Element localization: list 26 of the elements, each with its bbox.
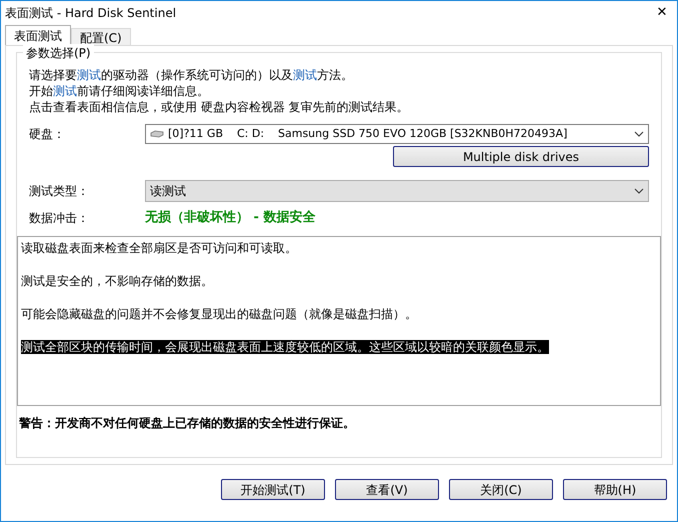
window-title: 表面测试 - Hard Disk Sentinel [5, 5, 176, 22]
data-impact-value: 无损（非破坏性） - 数据安全 [145, 208, 316, 227]
description-text: 测试全部区块的传输时间，会展现出磁盘表面上速度较低的区域。这些区域以较暗的关联颜色显示。 [21, 340, 549, 354]
disk-dropdown[interactable]: [0]?11 GB C: D: Samsung SSD 750 EVO 120GB [S32KNB0H720493A] [145, 124, 649, 144]
multiple-disk-drives-button[interactable]: Multiple disk drives [393, 146, 649, 167]
intro-text: 开始测试前请仔细阅读详细信息。 [29, 83, 210, 99]
data-impact-label: 数据冲击： [29, 210, 90, 227]
dialog-button[interactable]: 查看(V) [335, 479, 439, 500]
test-type-label: 测试类型： [29, 183, 90, 200]
description-text: 可能会隐藏磁盘的问题并不会修复显现出的磁盘问题（就像是磁盘扫描）。 [21, 306, 417, 320]
intro-text: 请选择要测试的驱动器（操作系统可访问的）以及测试方法。 [29, 67, 354, 83]
test-type-dropdown[interactable]: 读测试 [145, 180, 649, 202]
dialog-button[interactable]: 开始测试(T) [221, 479, 325, 500]
description-text: 读取磁盘表面来检查全部扇区是否可访问和可读取。 [21, 240, 297, 254]
chevron-icon [634, 131, 644, 137]
dialog-button[interactable]: 关闭(C) [449, 479, 553, 500]
chevron-icon [634, 188, 644, 194]
warning-text: 警告：开发商不对任何硬盘上已存储的数据的安全性进行保证。 [19, 414, 356, 432]
dialog-button[interactable]: 帮助(H) [563, 479, 667, 500]
close-button[interactable]: ✕ [647, 2, 677, 24]
tab[interactable]: 表面测试 [5, 25, 71, 45]
description-text: 测试是安全的，不影响存储的数据。 [21, 274, 213, 288]
tab[interactable]: 配置(C) [71, 28, 131, 45]
group-title: 参数选择(P) [23, 44, 94, 62]
intro-text: 点击查看表面相信信息，或使用 硬盘内容检视器 复审先前的测试结果。 [29, 99, 410, 115]
disk-label: 硬盘： [29, 126, 66, 143]
